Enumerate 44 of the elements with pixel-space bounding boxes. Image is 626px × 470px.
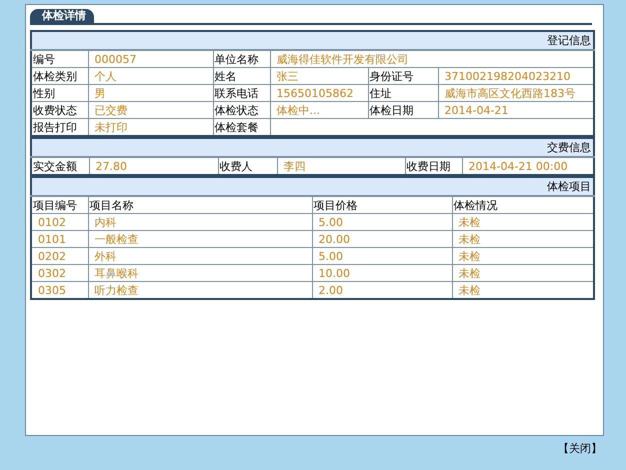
- field-value: 威海市高区文化西路183号: [438, 84, 594, 102]
- close-button[interactable]: 【关闭】: [558, 441, 602, 456]
- table-cell: 0202: [31, 248, 88, 264]
- field-label: 报告打印: [31, 118, 88, 136]
- field-label: 联系电话: [213, 84, 270, 102]
- details-tab[interactable]: 体检详情: [30, 9, 94, 23]
- table-cell: 外科: [88, 248, 312, 264]
- field-value: 000057: [88, 50, 213, 68]
- table-cell: 0102: [31, 214, 88, 230]
- field-value: 体检中...: [270, 102, 368, 118]
- table-cell: 耳鼻喉科: [88, 264, 312, 282]
- section-header: 登记信息: [31, 31, 594, 50]
- section-header: 交费信息: [31, 138, 594, 157]
- table-cell: 一般检查: [88, 230, 312, 248]
- table-cell: 5.00: [312, 248, 452, 264]
- table-cell: 10.00: [312, 264, 452, 282]
- field-label: 单位名称: [213, 50, 270, 68]
- field-label: 体检日期: [368, 102, 438, 118]
- field-value: 男: [88, 84, 213, 102]
- column-header: 项目名称: [88, 196, 312, 214]
- table-cell: 0302: [31, 264, 88, 282]
- field-label: 收费人: [218, 157, 277, 175]
- field-value: 已交费: [88, 102, 213, 118]
- column-header: 项目价格: [312, 196, 452, 214]
- field-label: 收费状态: [31, 102, 88, 118]
- section-header: 体检项目: [31, 177, 594, 196]
- field-label: 身份证号: [368, 68, 438, 84]
- field-value: 张三: [270, 68, 368, 84]
- field-label: 体检状态: [213, 102, 270, 118]
- field-label: 住址: [368, 84, 438, 102]
- table-cell: 20.00: [312, 230, 452, 248]
- field-label: 收费日期: [405, 157, 462, 175]
- column-header: 项目编号: [31, 196, 88, 214]
- field-label: 体检类别: [31, 68, 88, 84]
- table-cell: 内科: [88, 214, 312, 230]
- field-label: 性别: [31, 84, 88, 102]
- field-label: 编号: [31, 50, 88, 68]
- table-cell: 5.00: [312, 214, 452, 230]
- field-value: 个人: [88, 68, 213, 84]
- field-label: 实交金额: [31, 157, 89, 175]
- table-cell: 0101: [31, 230, 88, 248]
- field-value: 15650105862: [270, 84, 368, 102]
- field-label: 姓名: [213, 68, 270, 84]
- field-label: 体检套餐: [213, 118, 270, 136]
